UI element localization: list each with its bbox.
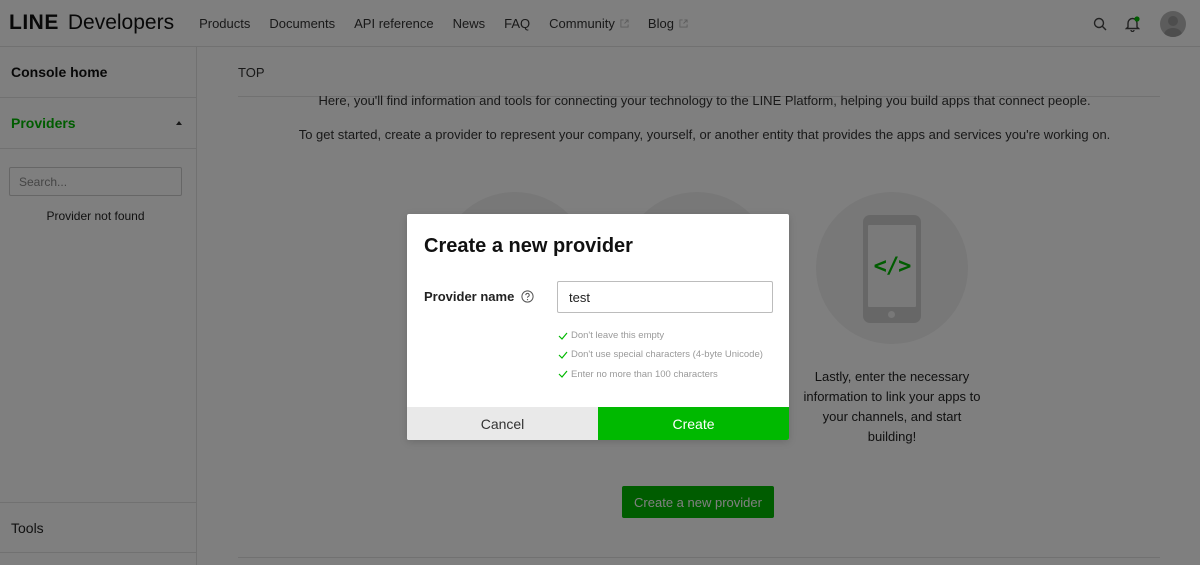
create-button[interactable]: Create [598, 407, 789, 440]
rule-text: Enter no more than 100 characters [571, 368, 718, 380]
provider-name-input[interactable] [557, 281, 773, 313]
field-label-text: Provider name [424, 289, 515, 304]
check-icon [558, 351, 568, 359]
validation-rule: Don't leave this empty [558, 326, 763, 345]
help-icon[interactable] [521, 290, 534, 303]
check-icon [558, 332, 568, 340]
dialog-footer: Cancel Create [407, 407, 789, 440]
dialog-title: Create a new provider [424, 235, 633, 257]
validation-rule: Don't use special characters (4-byte Uni… [558, 345, 763, 364]
cancel-button[interactable]: Cancel [407, 407, 598, 440]
provider-name-label: Provider name [424, 289, 534, 304]
create-provider-dialog: Create a new provider Provider name Don'… [407, 214, 789, 440]
rule-text: Don't use special characters (4-byte Uni… [571, 349, 763, 361]
check-icon [558, 370, 568, 379]
rule-text: Don't leave this empty [571, 330, 665, 342]
validation-rule: Enter no more than 100 characters [558, 365, 763, 384]
validation-rules: Don't leave this empty Don't use special… [558, 326, 763, 384]
